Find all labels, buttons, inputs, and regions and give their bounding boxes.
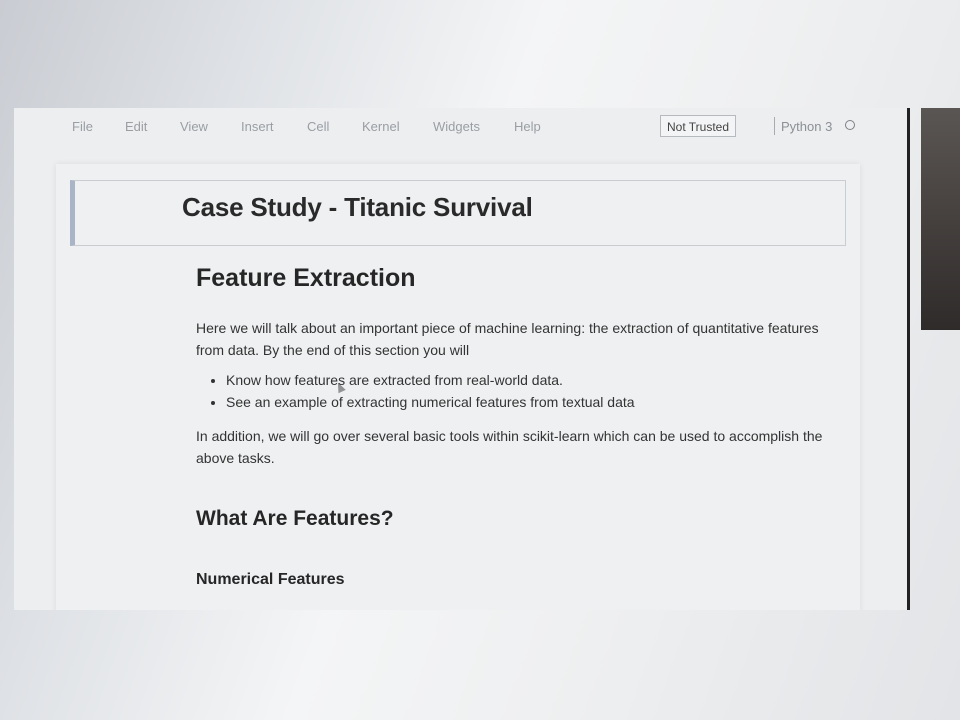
markdown-content: Feature Extraction Here we will talk abo… (196, 264, 836, 589)
menu-help[interactable]: Help (514, 119, 541, 134)
intro-paragraph: Here we will talk about an important pie… (196, 320, 819, 358)
menu-insert[interactable]: Insert (241, 119, 274, 134)
menu-bar: File Edit View Insert Cell Kernel Widget… (14, 108, 910, 146)
section-heading: Feature Extraction (196, 264, 416, 292)
bullet-list: Know how features are extracted from rea… (196, 369, 836, 413)
notebook-window: File Edit View Insert Cell Kernel Widget… (14, 108, 910, 610)
menu-widgets[interactable]: Widgets (433, 119, 480, 134)
not-trusted-button[interactable]: Not Trusted (660, 115, 736, 137)
background-object (921, 108, 960, 330)
menu-edit[interactable]: Edit (125, 119, 147, 134)
addition-paragraph: In addition, we will go over several bas… (196, 428, 823, 466)
bullet-item: See an example of extracting numerical f… (226, 391, 836, 413)
menu-file[interactable]: File (72, 119, 93, 134)
sub-subheading: Numerical Features (196, 571, 345, 588)
notebook-title: Case Study - Titanic Survival (182, 192, 533, 222)
bullet-item: Know how features are extracted from rea… (226, 369, 836, 391)
kernel-name: Python 3 (781, 119, 833, 134)
menu-view[interactable]: View (180, 119, 208, 134)
screen-edge (907, 108, 910, 610)
kernel-status-icon (845, 120, 855, 130)
kernel-separator (774, 117, 775, 135)
notebook-container: Case Study - Titanic Survival Feature Ex… (56, 164, 860, 610)
subheading: What Are Features? (196, 507, 394, 530)
menu-cell[interactable]: Cell (307, 119, 329, 134)
menu-kernel[interactable]: Kernel (362, 119, 400, 134)
